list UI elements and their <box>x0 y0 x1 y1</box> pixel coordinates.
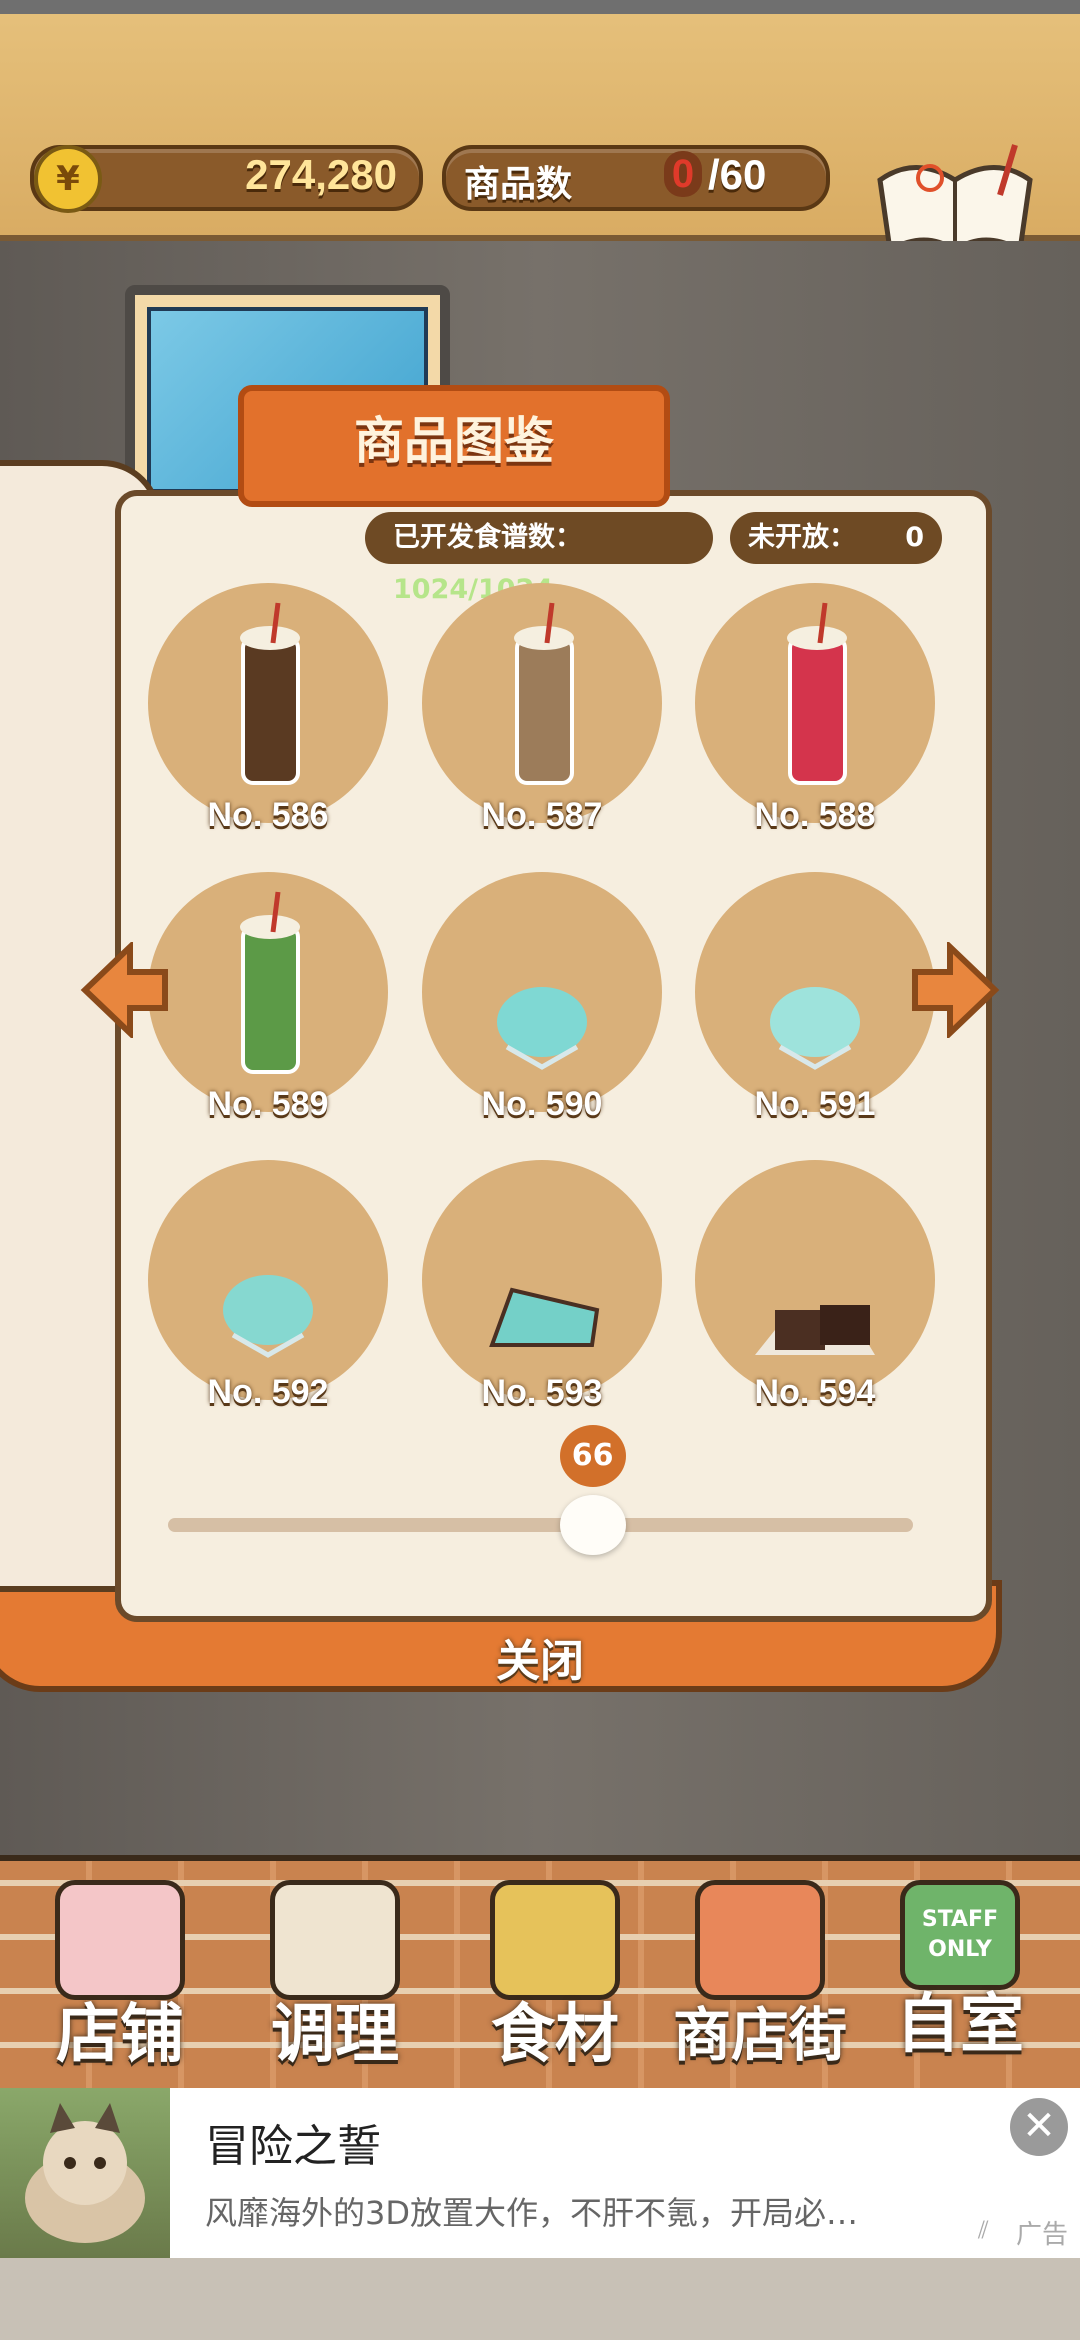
staff-only-sign-icon: STAFF ONLY <box>900 1880 1020 1990</box>
catalog-title-tab: 商品图鉴 <box>238 385 670 507</box>
unopened-value: 0 <box>905 522 924 553</box>
cake-icon <box>55 1880 185 2000</box>
catalog-item[interactable] <box>695 583 935 823</box>
nav-item-4[interactable]: STAFF ONLY 自室 <box>860 1880 1060 2080</box>
shop-icon <box>695 1880 825 2000</box>
nav-item-2[interactable]: 食材 <box>455 1880 655 2080</box>
page-number-bubble: 66 <box>559 1425 626 1487</box>
nav-item-label: 店铺 <box>56 1998 184 2072</box>
catalog-item-label: No. 592 <box>207 1373 329 1411</box>
mint-parfait-icon <box>770 987 860 1070</box>
mint-cake-icon <box>489 1287 600 1347</box>
catalog-item-label: No. 590 <box>481 1085 603 1123</box>
bubble-tea-icon <box>240 602 300 785</box>
mint-icecream-icon <box>497 987 587 1070</box>
nav-item-1[interactable]: 调理 <box>235 1880 435 2080</box>
bottom-background <box>0 2258 1080 2340</box>
catalog-item[interactable] <box>422 872 662 1112</box>
catalog-item[interactable] <box>695 872 935 1112</box>
catalog-item-label: No. 594 <box>754 1373 876 1411</box>
brownie-icon <box>755 1305 875 1355</box>
catalog-item-label: No. 591 <box>754 1085 876 1123</box>
product-count-label: 商品数 <box>464 164 573 205</box>
catalog-item[interactable] <box>695 1160 935 1400</box>
nav-item-3[interactable]: 商店街 <box>640 1880 880 2080</box>
catalog-item[interactable] <box>422 583 662 823</box>
arrow-right-icon <box>912 939 1000 1041</box>
catalog-item-label: No. 588 <box>754 796 876 834</box>
ad-game-image <box>0 2088 170 2258</box>
catalog-item[interactable] <box>422 1160 662 1400</box>
page-slider-handle[interactable] <box>559 1495 626 1555</box>
ad-description: 风靡海外的3D放置大作，不肝不氪，开局必… <box>205 2194 859 2232</box>
arrow-left-icon <box>80 939 168 1041</box>
catalog-item-label: No. 589 <box>207 1085 329 1123</box>
milk-tea-icon <box>514 602 574 785</box>
money-amount: 274,280 <box>245 151 397 198</box>
matcha-drink-icon <box>240 891 300 1074</box>
ad-tag: 广告 <box>1016 2220 1069 2250</box>
nav-item-label: 商店街 <box>672 2001 847 2069</box>
developed-label: 已开发食谱数： <box>393 522 582 553</box>
product-count-max: /60 <box>708 151 767 198</box>
strawberry-drink-icon <box>787 602 847 785</box>
flour-sack-icon <box>490 1880 620 2000</box>
product-count-display: 商品数 0 /60 <box>442 145 830 211</box>
next-page-button[interactable] <box>910 939 1000 1042</box>
catalog-item-label: No. 587 <box>481 796 603 834</box>
unopened-counter: 未开放： 0 <box>730 512 942 564</box>
nav-item-label: 食材 <box>491 1998 619 2072</box>
ad-banner[interactable]: 冒险之誓 风靡海外的3D放置大作，不肝不氪，开局必… ✕ ⫽ 广告 <box>0 2088 1080 2258</box>
catalog-item[interactable] <box>148 1160 388 1400</box>
nav-item-0[interactable]: 店铺 <box>20 1880 220 2080</box>
mixing-bowl-icon <box>270 1880 400 2000</box>
page-slider-track[interactable] <box>168 1518 913 1532</box>
product-count-current: 0 <box>664 151 702 197</box>
close-button[interactable]: 关闭 <box>470 1625 610 1687</box>
catalog-item[interactable] <box>148 583 388 823</box>
ad-tag-icon: ⫽ <box>978 2216 989 2244</box>
prev-page-button[interactable] <box>80 939 170 1042</box>
catalog-item-label: No. 593 <box>481 1373 603 1411</box>
nav-item-label: 自室 <box>896 1988 1024 2062</box>
mint-scoop-icon <box>223 1275 313 1358</box>
ad-title: 冒险之誓 <box>205 2121 381 2172</box>
cat-character-icon <box>25 2103 145 2243</box>
catalog-item-label: No. 586 <box>207 796 329 834</box>
ad-close-icon[interactable]: ✕ <box>1010 2098 1068 2156</box>
nav-item-label: 调理 <box>271 1998 399 2072</box>
catalog-title: 商品图鉴 <box>354 412 554 470</box>
yen-coin-icon: ¥ <box>34 145 102 213</box>
money-display: ¥ 274,280 <box>30 145 423 213</box>
developed-recipes-counter: 已开发食谱数：1024/1024 <box>365 512 713 605</box>
unopened-label: 未开放： <box>748 522 856 553</box>
catalog-item[interactable] <box>148 872 388 1112</box>
